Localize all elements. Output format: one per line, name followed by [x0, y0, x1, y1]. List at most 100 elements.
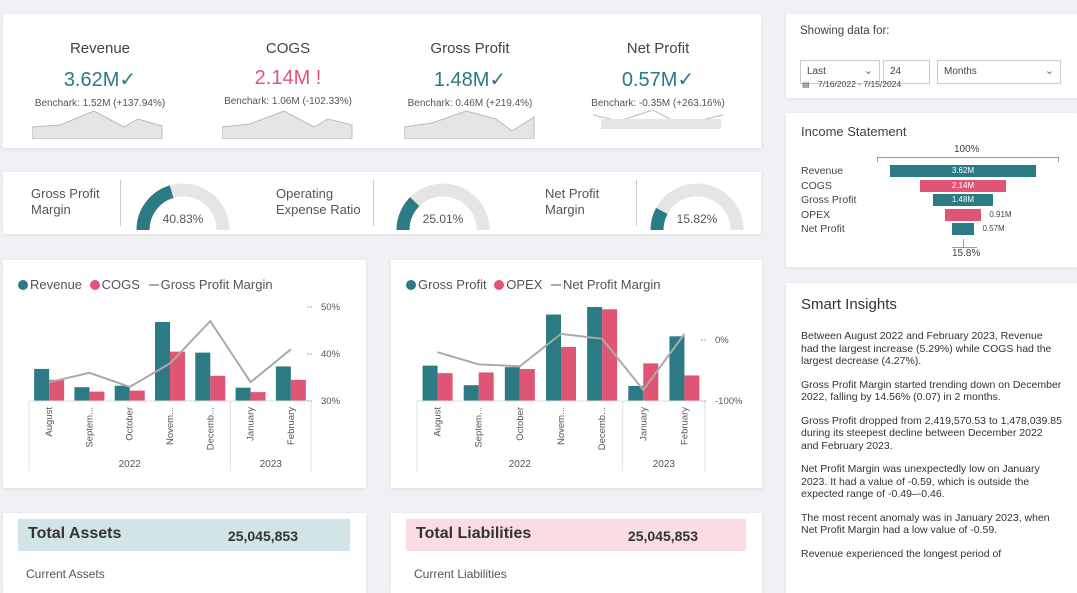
funnel-row-label: Revenue	[801, 165, 844, 177]
funnel-bar[interactable]: 3.62M	[890, 165, 1036, 177]
funnel-bottom-pct: 15.8%	[952, 247, 981, 259]
gauge-fill	[396, 197, 420, 230]
chevron-down-icon: ⌄	[863, 65, 873, 77]
funnel-bar[interactable]	[944, 208, 982, 221]
x-tick-label: January	[638, 407, 649, 441]
funnel-bar[interactable]: 2.14M	[919, 179, 1007, 192]
year-label: 2022	[509, 459, 532, 470]
funnel-row-label: OPEX	[801, 208, 831, 221]
bar-primary[interactable]	[587, 307, 603, 401]
funnel-bar-value: 0.91M	[989, 209, 1012, 219]
x-tick-label: August	[433, 407, 444, 437]
bar-primary[interactable]	[235, 387, 251, 401]
insight-text: The most recent anomaly was in January 2…	[801, 511, 1050, 537]
funnel-bar[interactable]: 1.48M	[933, 194, 993, 206]
kpi-gross-profit: Gross Profit 1.48M✓ Benchark: 0.46M (+21…	[375, 14, 565, 109]
insight-text: Revenue experienced the longest period o…	[801, 547, 1002, 560]
bar-primary[interactable]	[114, 385, 130, 401]
year-label: 2023	[653, 459, 676, 470]
bar-secondary[interactable]	[437, 373, 453, 401]
bar-secondary[interactable]	[89, 391, 105, 401]
funnel-row-label: Net Profit	[801, 223, 845, 235]
bar-primary[interactable]	[275, 366, 291, 401]
kpi-benchmark: Benchark: -0.35M (+263.16%)	[591, 98, 725, 109]
bar-primary[interactable]	[155, 322, 170, 401]
gross-profit-opex-chart: August Septem... October Novem... Decemb... J…	[416, 307, 743, 471]
gauge-fill	[650, 207, 668, 230]
bar-primary[interactable]	[34, 368, 50, 401]
smart-insights-card: Smart Insights Between August 2022 and F…	[786, 283, 1077, 593]
kpi-benchmark: Benchark: 1.52M (+137.94%)	[34, 98, 166, 109]
check-icon: ✓	[677, 69, 695, 91]
net-profit-margin-gauge: 15.82%	[650, 183, 744, 230]
total-liabilities-label: Total Liabilities	[416, 525, 532, 542]
total-assets-header: Total Assets 25,045,853	[18, 519, 350, 551]
bar-secondary[interactable]	[210, 375, 226, 401]
funnel-row-label: COGS	[801, 179, 832, 192]
funnel-bar[interactable]	[951, 223, 975, 235]
insight-text: Between August 2022 and February 2023, R…	[801, 330, 1052, 367]
period-unit-select[interactable]: Months ⌄	[937, 60, 1061, 84]
kpi-revenue: Revenue 3.62M✓ Benchark: 1.52M (+137.94%…	[5, 14, 195, 109]
x-tick-label: Decemb...	[597, 407, 608, 450]
bar-primary[interactable]	[669, 336, 685, 401]
bar-secondary[interactable]	[519, 369, 535, 401]
funnel-row-label: Gross Profit	[801, 194, 857, 206]
bar-secondary[interactable]	[129, 390, 145, 401]
right-tick-label: 50%	[321, 302, 341, 313]
x-tick-label: October	[125, 407, 136, 441]
gross-profit-sparkline	[404, 110, 535, 139]
bar-secondary[interactable]	[290, 379, 306, 401]
insight-text: Gross Profit dropped from 2,419,570.53 t…	[801, 414, 1062, 452]
revenue-cogs-chart: August Septem... October Novem... Decemb... J…	[28, 302, 341, 471]
insight-text: Net Profit Margin was unexpectedly low o…	[801, 463, 1040, 500]
funnel-top-pct: 100%	[954, 144, 980, 155]
net-profit-sparkline	[593, 109, 724, 129]
x-tick-label: February	[679, 407, 690, 445]
check-icon: ✓	[119, 69, 137, 91]
revenue-cogs-chart-card: Revenue COGS Gross Profit Margin August S…	[3, 260, 366, 488]
insights-list: Between August 2022 and February 2023, R…	[801, 330, 1063, 571]
bar-secondary[interactable]	[49, 379, 65, 401]
bar-secondary[interactable]	[643, 363, 659, 401]
insight-text: Gross Profit Margin started trending dow…	[801, 378, 1062, 404]
operating-expense-ratio-gauge: 25.01%	[396, 183, 490, 230]
revenue-sparkline	[32, 110, 163, 139]
alert-icon: !	[315, 67, 322, 89]
liabilities-card: Total Liabilities 25,045,853 Current Lia…	[391, 513, 762, 593]
bar-secondary[interactable]	[561, 346, 576, 401]
gauge-value: 40.83%	[163, 212, 204, 226]
income-statement-title: Income Statement	[801, 124, 907, 139]
bar-primary[interactable]	[195, 352, 211, 401]
kpi-title: Gross Profit	[430, 40, 510, 57]
bar-secondary[interactable]	[684, 375, 700, 401]
x-tick-label: January	[246, 407, 257, 441]
bar-secondary[interactable]	[250, 392, 266, 401]
assets-card: Total Assets 25,045,853 Current Assets	[3, 513, 366, 593]
x-tick-label: Novem...	[556, 407, 567, 445]
gauge-label: Gross Profit Margin	[31, 186, 100, 217]
filter-title: Showing data for:	[800, 25, 890, 37]
kpi-net-profit: Net Profit 0.57M✓ Benchark: -0.35M (+263…	[563, 14, 753, 109]
date-filter-card: Showing data for: Last ⌄ 24 Months ⌄ ▤ 7/1…	[786, 14, 1077, 98]
divider	[373, 180, 374, 226]
bar-primary[interactable]	[504, 367, 520, 401]
bar-secondary[interactable]	[170, 351, 185, 401]
x-tick-label: Novem...	[165, 407, 176, 445]
insights-title: Smart Insights	[801, 296, 897, 313]
bar-primary[interactable]	[74, 387, 90, 401]
income-statement-card: Income Statement 100% Revenue 3.62M COGS 2.…	[786, 113, 1077, 267]
bar-secondary[interactable]	[478, 372, 494, 401]
gauge-value: 25.01%	[423, 212, 464, 226]
kpi-title: COGS	[265, 40, 311, 57]
gauge-label: Operating Expense Ratio	[276, 186, 361, 217]
bar-primary[interactable]	[463, 385, 479, 401]
bar-primary[interactable]	[546, 314, 561, 401]
kpi-title: Net Profit	[626, 40, 690, 57]
bar-primary[interactable]	[422, 365, 438, 401]
x-tick-label: Septem...	[474, 407, 485, 448]
total-liabilities-value: 25,045,853	[627, 528, 698, 544]
gross-profit-margin-gauge: 40.83%	[136, 183, 230, 230]
kpi-title: Revenue	[69, 40, 131, 57]
gauge-card: Gross Profit Margin 40.83% Operating Expen…	[3, 172, 761, 234]
